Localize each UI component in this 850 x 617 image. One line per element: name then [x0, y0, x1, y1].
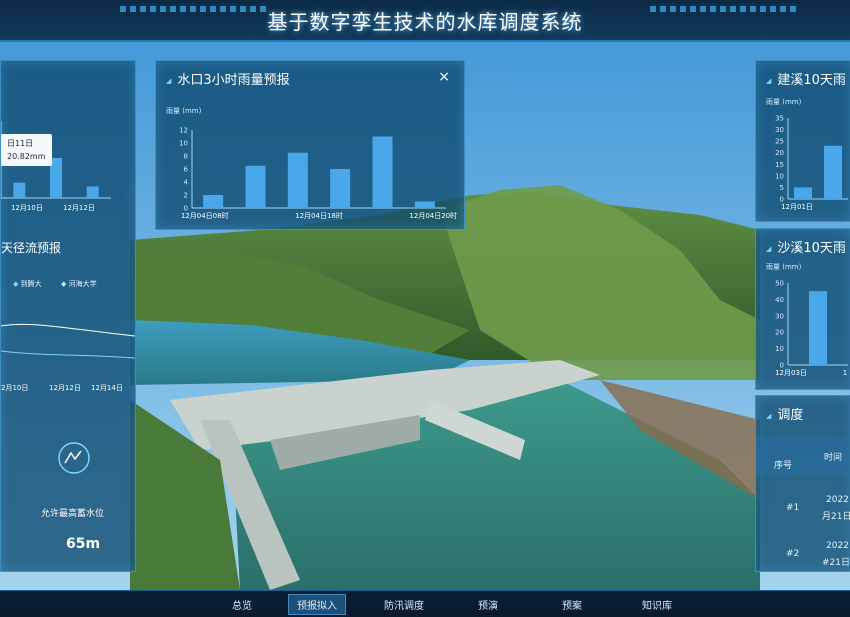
- runoff-line-1: [1, 323, 135, 337]
- bar: [13, 182, 26, 198]
- table-row[interactable]: #1 2022 月21日: [756, 491, 850, 526]
- row-date-day: #21日: [822, 558, 850, 568]
- y-tick-label: 10: [775, 172, 784, 180]
- bar: [203, 195, 224, 208]
- bar: [794, 187, 812, 199]
- row-index: #2: [786, 549, 800, 559]
- nav-item-overview[interactable]: 总览: [226, 597, 258, 612]
- tooltip-date: 日11日: [7, 139, 34, 148]
- page-title: 基于数字孪生技术的水库调度系统: [267, 10, 583, 34]
- y-tick-label: 15: [775, 161, 784, 169]
- bar: [50, 157, 62, 198]
- y-tick-label: 6: [184, 166, 189, 174]
- tooltip-value: 20.82mm: [7, 152, 46, 161]
- left-xtick-2: 12月12日: [63, 204, 95, 212]
- y-tick-label: 10: [179, 140, 188, 148]
- runoff-xtick-1: 2月10日: [1, 384, 29, 392]
- legend-dot-icon: ◆: [13, 280, 19, 288]
- bar: [414, 201, 435, 208]
- y-tick-label: 8: [184, 153, 188, 161]
- water-level-icon: [58, 442, 90, 474]
- right-top-panel: 建溪10天雨 雨量 (mm) 3530252015105012月01日: [755, 60, 850, 222]
- y-tick-label: 4: [184, 179, 189, 187]
- runoff-xtick-3: 12月14日: [91, 384, 123, 392]
- row-date-year: 2022: [826, 541, 849, 551]
- nav-item-plan[interactable]: 预案: [556, 597, 588, 612]
- y-tick-label: 30: [775, 126, 784, 134]
- runoff-xtick-2: 12月12日: [49, 384, 81, 392]
- bar: [372, 136, 393, 208]
- x-tick-label: 12月04日08时: [181, 211, 229, 220]
- bar: [824, 145, 842, 199]
- legend-label-1: 到腾大: [20, 280, 42, 288]
- schedule-title: 调度: [766, 404, 803, 423]
- row-index: #1: [786, 503, 800, 513]
- bar: [245, 165, 266, 208]
- runoff-title: 天径流预报: [1, 241, 62, 255]
- runoff-line-chart: [1, 323, 135, 359]
- right-top-bar-chart: 3530252015105012月01日: [775, 115, 848, 211]
- y-tick-label: 20: [775, 329, 784, 337]
- bottom-nav: 总览 预报拟入 防汛调度 预演 预案 知识库: [0, 590, 850, 617]
- right-bottom-panel: 调度 序号 时间 #1 2022 月21日 #2 2022 #21日: [755, 395, 850, 572]
- header-col-index: 序号: [774, 461, 793, 471]
- header-col-time: 时间: [824, 453, 843, 463]
- allow-level-value: 65m: [66, 536, 101, 552]
- legend-item-1: ◆ 到腾大: [13, 279, 42, 289]
- y-tick-label: 5: [780, 184, 784, 192]
- bar: [287, 152, 308, 208]
- y-tick-label: 25: [775, 138, 784, 146]
- y-tick-label: 35: [775, 115, 784, 123]
- legend-item-2: ◆ 河海大学: [61, 279, 97, 289]
- title-bar: 基于数字孪生技术的水库调度系统: [0, 0, 850, 42]
- runoff-line-2: [1, 350, 135, 359]
- center-rain-panel: 水口3小时雨量预报 × 雨量 (mm) 12108642012月04日08时12…: [155, 60, 465, 230]
- right-mid-panel: 沙溪10天雨 雨量 (mm) 5040302010012月03日1: [755, 228, 850, 390]
- x-tick-label: 1: [843, 369, 847, 377]
- x-tick-label: 12月03日: [775, 369, 807, 377]
- y-tick-label: 10: [775, 345, 784, 353]
- nav-item-knowledge[interactable]: 知识库: [636, 597, 678, 612]
- y-tick-label: 30: [775, 312, 784, 320]
- nav-item-rehearsal[interactable]: 预演: [472, 597, 504, 612]
- x-tick-label: 12月04日20时: [409, 211, 457, 220]
- left-panel: 日11日 20.82mm 12月10日 12月12日 天径流预报 ◆ 到腾大 ◆…: [0, 60, 136, 572]
- right-mid-bar-chart: 5040302010012月03日 1: [775, 280, 848, 377]
- row-date-day: 月21日: [822, 512, 850, 522]
- bar: [330, 169, 351, 208]
- x-tick-label: 12月01日: [781, 203, 813, 211]
- allow-level-label: 允许最高蓄水位: [41, 509, 105, 519]
- y-tick-label: 2: [184, 192, 188, 200]
- legend-dot-icon: ◆: [61, 280, 67, 288]
- bar: [809, 291, 827, 365]
- x-tick-label: 12月04日18时: [295, 211, 343, 220]
- y-tick-label: 50: [775, 280, 784, 288]
- chart-tooltip: 日11日 20.82mm: [1, 134, 52, 166]
- y-tick-label: 20: [775, 149, 784, 157]
- center-bar-chart: 12108642012月04日08时 12月04日18时 12月04日20时: [179, 127, 457, 221]
- legend-label-2: 河海大学: [68, 280, 97, 288]
- bar: [86, 186, 99, 198]
- y-tick-label: 40: [775, 296, 784, 304]
- table-row[interactable]: #2 2022 #21日: [756, 541, 850, 576]
- nav-item-flood-dispatch[interactable]: 防汛调度: [378, 597, 430, 612]
- left-xtick-1: 12月10日: [11, 204, 43, 212]
- y-tick-label: 12: [179, 127, 188, 135]
- row-date-year: 2022: [826, 495, 849, 505]
- nav-item-forecast[interactable]: 预报拟入: [288, 594, 346, 615]
